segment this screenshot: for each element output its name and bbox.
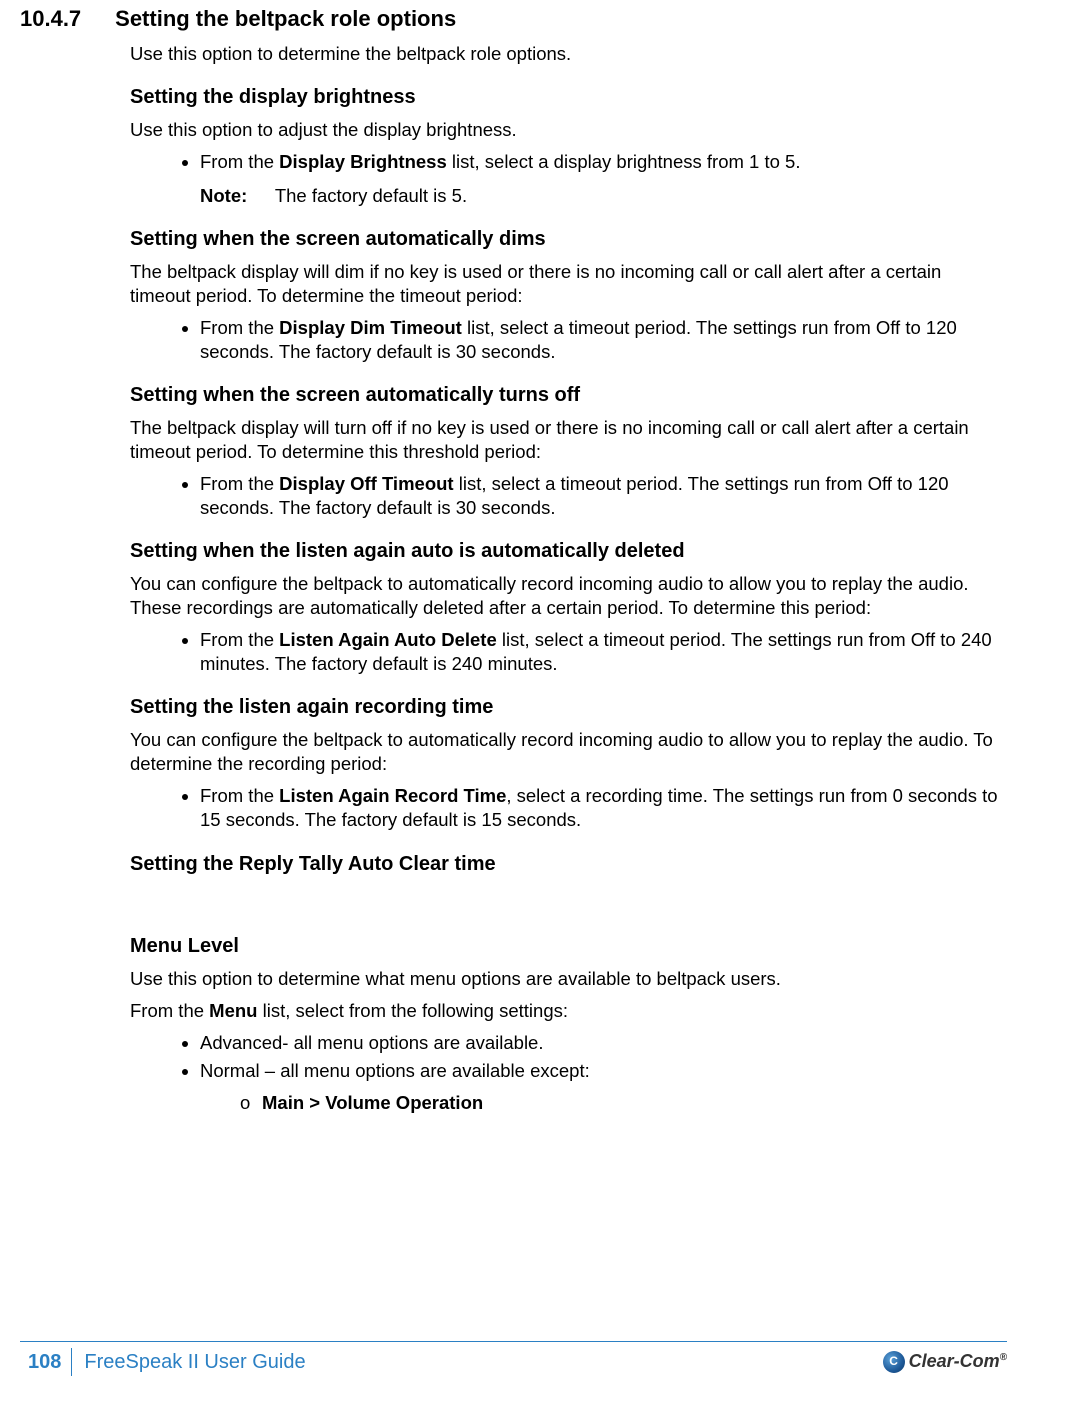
section-intro: Use this option to determine the beltpac…	[130, 42, 1007, 66]
text: From the	[200, 785, 279, 806]
text: list, select a display brightness from 1…	[447, 151, 801, 172]
heading-menu-level: Menu Level	[130, 933, 1007, 959]
text: From the	[200, 317, 279, 338]
listen-record-intro: You can configure the beltpack to automa…	[130, 728, 1007, 776]
brand-name: Clear-Com	[909, 1351, 1000, 1371]
listen-record-bullet: From the Listen Again Record Time, selec…	[200, 784, 1007, 832]
off-bullet: From the Display Off Timeout list, selec…	[200, 472, 1007, 520]
brand-logo: C Clear-Com®	[883, 1350, 1007, 1373]
brightness-bullet: From the Display Brightness list, select…	[200, 150, 1007, 208]
heading-screen-off: Setting when the screen automatically tu…	[130, 382, 1007, 408]
brand-text: Clear-Com®	[909, 1350, 1007, 1373]
page-footer: 108 FreeSpeak II User Guide C Clear-Com®	[20, 1341, 1007, 1376]
menu-level-intro: Use this option to determine what menu o…	[130, 967, 1007, 991]
text-bold: Listen Again Record Time	[279, 785, 506, 806]
section-header: 10.4.7 Setting the beltpack role options	[20, 5, 1007, 34]
text-bold: Menu	[209, 1000, 257, 1021]
note-text: The factory default is 5.	[275, 185, 467, 206]
note-label: Note:	[200, 184, 270, 208]
text-bold: Display Off Timeout	[279, 473, 453, 494]
text: From the	[200, 629, 279, 650]
section-title: Setting the beltpack role options	[115, 5, 456, 34]
heading-listen-record: Setting the listen again recording time	[130, 694, 1007, 720]
listen-delete-intro: You can configure the beltpack to automa…	[130, 572, 1007, 620]
text: From the	[130, 1000, 209, 1021]
listen-delete-bullet: From the Listen Again Auto Delete list, …	[200, 628, 1007, 676]
text: From the	[200, 473, 279, 494]
text: list, select from the following settings…	[257, 1000, 568, 1021]
section-number: 10.4.7	[20, 5, 110, 34]
text-bold: Listen Again Auto Delete	[279, 629, 497, 650]
menu-opt-normal: Normal – all menu options are available …	[200, 1059, 1007, 1083]
dim-intro: The beltpack display will dim if no key …	[130, 260, 1007, 308]
off-intro: The beltpack display will turn off if no…	[130, 416, 1007, 464]
brightness-intro: Use this option to adjust the display br…	[130, 118, 1007, 142]
menu-opt-advanced: Advanced- all menu options are available…	[200, 1031, 1007, 1055]
text: From the	[200, 151, 279, 172]
heading-display-brightness: Setting the display brightness	[130, 84, 1007, 110]
page-number: 108	[20, 1348, 72, 1376]
globe-icon: C	[883, 1351, 905, 1373]
text-bold: Display Brightness	[279, 151, 447, 172]
heading-listen-delete: Setting when the listen again auto is au…	[130, 538, 1007, 564]
heading-screen-dim: Setting when the screen automatically di…	[130, 226, 1007, 252]
dim-bullet: From the Display Dim Timeout list, selec…	[200, 316, 1007, 364]
text-bold: Main > Volume Operation	[262, 1092, 483, 1113]
text-bold: Display Dim Timeout	[279, 317, 462, 338]
guide-name: FreeSpeak II User Guide	[72, 1349, 882, 1375]
menu-sub-item: Main > Volume Operation	[240, 1091, 1007, 1115]
registered-mark: ®	[1000, 1352, 1007, 1363]
menu-level-from: From the Menu list, select from the foll…	[130, 999, 1007, 1023]
heading-reply-tally: Setting the Reply Tally Auto Clear time	[130, 851, 1007, 877]
